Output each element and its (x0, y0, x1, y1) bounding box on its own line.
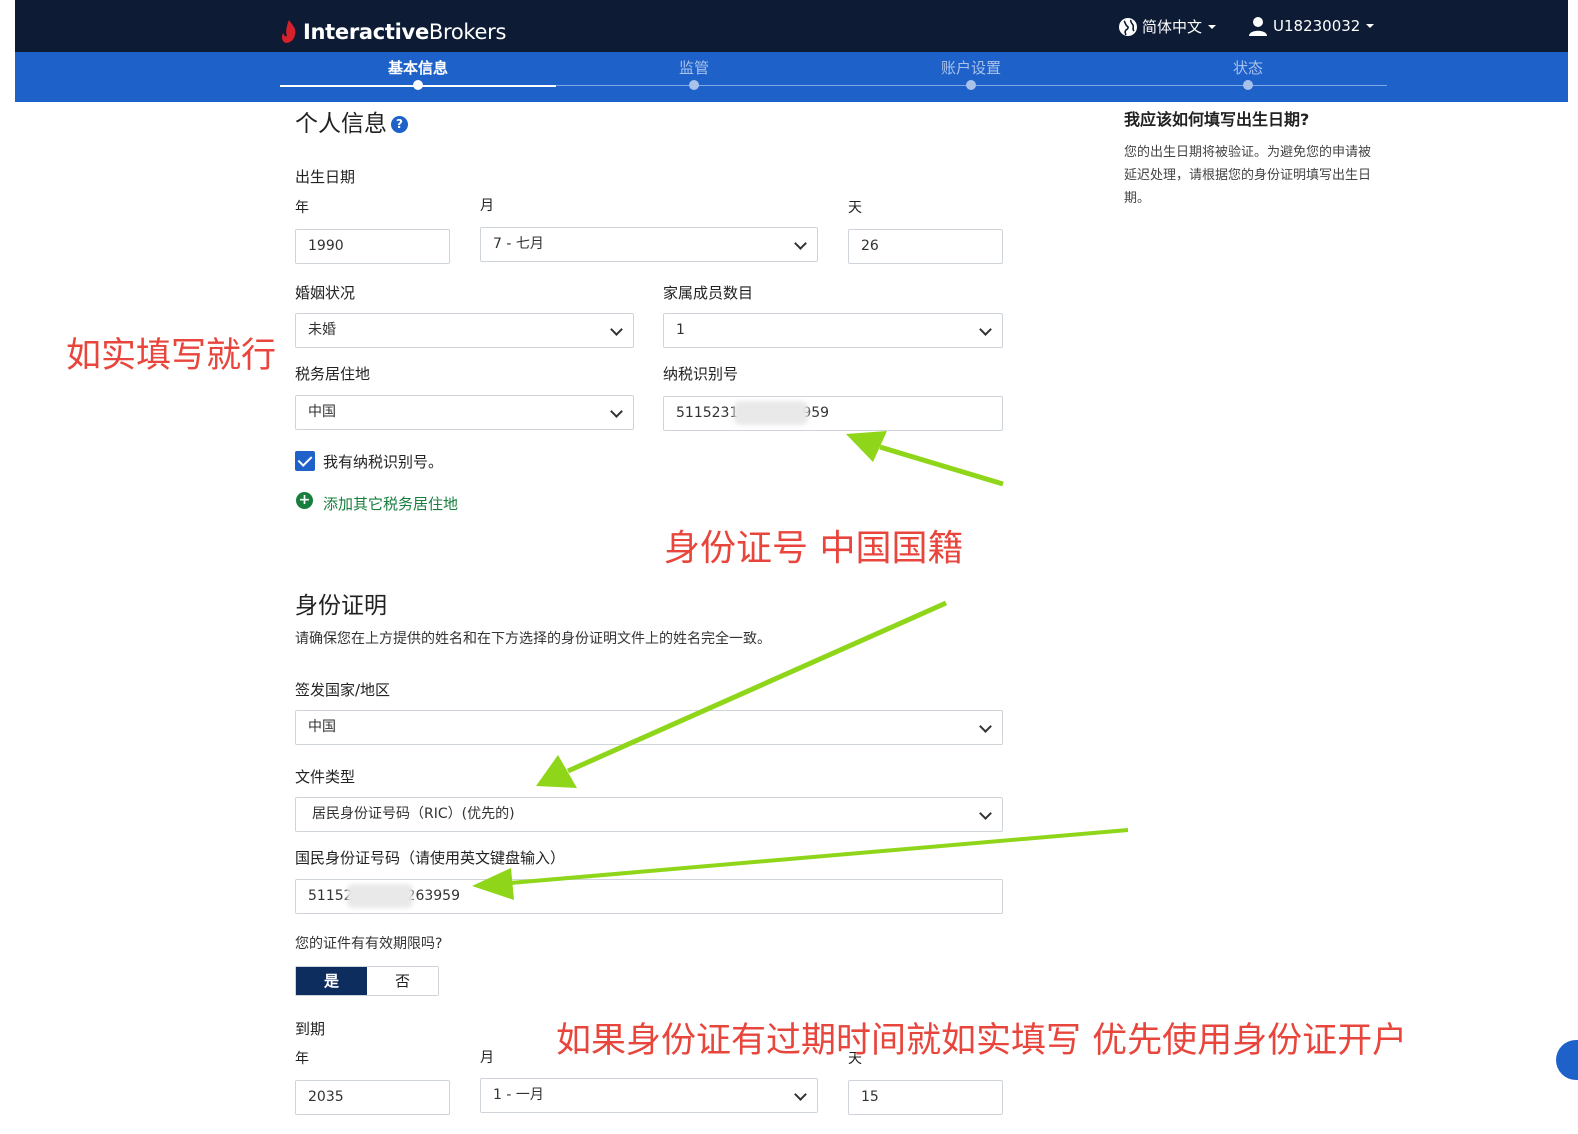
step-label: 账户设置 (940, 59, 1001, 77)
chevron-down-icon (1208, 24, 1217, 29)
step-label: 基本信息 (387, 59, 448, 77)
section-title-text: 个人信息 (295, 111, 387, 137)
step-dot (1243, 80, 1253, 90)
arrow-to-tin (879, 444, 1004, 487)
step-label: 状态 (1232, 59, 1263, 77)
add-tax-residence-link[interactable]: 添加其它税务居住地 (323, 493, 458, 514)
language-selector[interactable]: 简体中文 (1118, 16, 1217, 37)
step-label: 监管 (678, 59, 709, 77)
expiry-toggle: 是 否 (295, 966, 439, 996)
chevron-down-icon (610, 323, 623, 336)
user-icon (1249, 17, 1267, 36)
yes-button[interactable]: 是 (296, 967, 367, 995)
personal-info-title: 个人信息? (295, 104, 408, 138)
arrowhead (846, 431, 887, 462)
arrowhead (536, 755, 577, 788)
dob-year-input[interactable]: 1990 (295, 229, 450, 264)
account-id: U18230032 (1273, 17, 1361, 35)
select-value: 中国 (308, 719, 336, 735)
issuing-country-label: 签发国家/地区 (295, 681, 391, 699)
chevron-down-icon (979, 720, 992, 733)
marital-status-select[interactable]: 未婚 (295, 313, 634, 348)
plus-circle-icon[interactable]: + (296, 492, 313, 509)
document-type-label: 文件类型 (295, 768, 356, 786)
redaction-blur (734, 401, 809, 425)
has-tin-label: 我有纳税识别号。 (323, 453, 444, 471)
brand-name-rest: Brokers (428, 20, 507, 44)
id-number-label: 国民身份证号码（请使用英文键盘输入） (295, 849, 566, 867)
help-icon[interactable]: ? (391, 116, 408, 133)
step-account-settings[interactable]: 账户设置 (833, 52, 1109, 90)
step-dot (413, 80, 423, 90)
no-button[interactable]: 否 (367, 967, 438, 995)
brand-name-bold: Interactive (303, 20, 429, 44)
top-navbar: Interactive Brokers 简体中文 U18230032 (15, 0, 1568, 52)
has-tin-checkbox[interactable] (295, 451, 315, 471)
tax-residence-select[interactable]: 中国 (295, 395, 634, 430)
language-label: 简体中文 (1142, 18, 1203, 36)
expiry-month-select[interactable]: 1 - 一月 (480, 1078, 818, 1113)
dob-label: 出生日期 (295, 168, 356, 186)
select-value: 1 (676, 322, 685, 338)
expiry-year-input[interactable]: 2035 (295, 1080, 450, 1115)
expiry-label: 到期 (295, 1020, 326, 1038)
dob-day-label: 天 (848, 200, 862, 216)
id-prefix: 51152 (308, 888, 353, 904)
select-value: 中国 (308, 404, 336, 420)
expiry-day-input[interactable]: 15 (848, 1080, 1003, 1115)
select-value: 1 - 一月 (493, 1087, 544, 1103)
annotation-fill-truthfully: 如实填写就行 (66, 336, 277, 376)
marital-status-label: 婚姻状况 (295, 284, 356, 302)
id-number-input[interactable]: 51152 263959 (295, 879, 1003, 914)
step-status[interactable]: 状态 (1110, 52, 1386, 90)
identity-note: 请确保您在上方提供的姓名和在下方选择的身份证明文件上的姓名完全一致。 (295, 631, 771, 647)
expiry-month-label: 月 (480, 1050, 494, 1066)
identity-title: 身份证明 (295, 593, 387, 619)
dob-day-input[interactable]: 26 (848, 229, 1003, 264)
step-dot (966, 80, 976, 90)
select-value: 未婚 (308, 322, 336, 338)
chevron-down-icon (794, 237, 807, 250)
progress-steps: 基本信息 监管 账户设置 状态 (15, 52, 1568, 102)
dob-month-label: 月 (480, 198, 494, 214)
step-dot (689, 80, 699, 90)
ib-flame-icon (282, 20, 296, 43)
chat-widget-button[interactable] (1556, 1040, 1578, 1080)
arrow-to-id-number (509, 828, 1129, 885)
household-label: 家属成员数目 (663, 284, 754, 302)
annotation-id-nationality: 身份证号 中国国籍 (664, 528, 964, 569)
household-select[interactable]: 1 (663, 313, 1003, 348)
tin-input[interactable]: 5115231 959 (663, 396, 1003, 431)
account-menu[interactable]: U18230032 (1249, 16, 1375, 36)
document-type-select[interactable]: 居民身份证号码（RIC）(优先的) (295, 797, 1003, 832)
chevron-down-icon (794, 1088, 807, 1101)
annotation-expiry-advice: 如果身份证有过期时间就如实填写 优先使用身份证开户 (556, 1021, 1408, 1061)
issuing-country-select[interactable]: 中国 (295, 710, 1003, 745)
chevron-down-icon (979, 807, 992, 820)
sidebar-help-title: 我应该如何填写出生日期? (1124, 110, 1310, 129)
step-basic-info[interactable]: 基本信息 (280, 52, 556, 90)
brand-logo[interactable]: Interactive Brokers (280, 18, 506, 46)
dob-year-label: 年 (295, 200, 309, 216)
expiry-year-label: 年 (295, 1051, 309, 1067)
step-regulatory[interactable]: 监管 (556, 52, 832, 90)
tin-prefix: 5115231 (676, 405, 739, 421)
id-suffix: 263959 (406, 888, 460, 904)
tax-residence-label: 税务居住地 (295, 365, 371, 383)
globe-icon (1119, 17, 1137, 36)
chevron-down-icon (979, 323, 992, 336)
expiry-question: 您的证件有有效期限吗? (295, 936, 443, 952)
chevron-down-icon (1366, 24, 1375, 28)
dob-month-select[interactable]: 7 - 七月 (480, 227, 818, 262)
redaction-blur (346, 884, 413, 908)
chevron-down-icon (610, 405, 623, 418)
select-value: 7 - 七月 (493, 236, 544, 252)
sidebar-help-body: 您的出生日期将被验证。为避免您的申请被延迟处理，请根据您的身份证明填写出生日期。 (1124, 145, 1372, 206)
select-value: 居民身份证号码（RIC）(优先的) (312, 806, 515, 822)
tin-label: 纳税识别号 (663, 365, 739, 383)
